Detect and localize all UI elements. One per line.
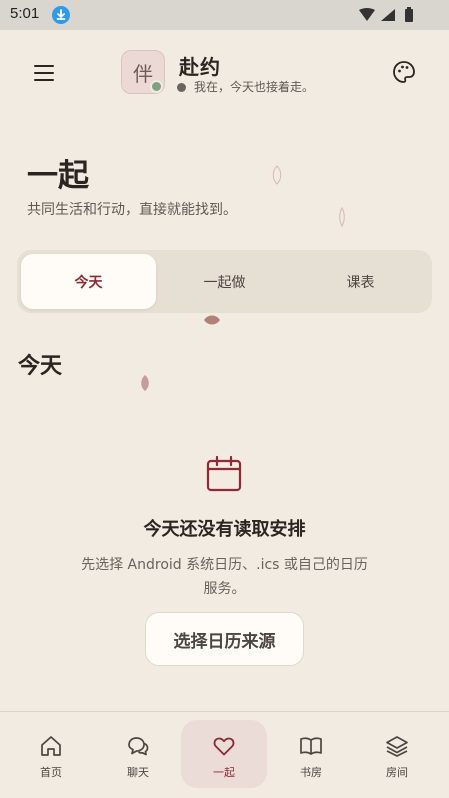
segmented-tabs: 今天 一起做 课表 (17, 250, 432, 313)
tab-today[interactable]: 今天 (21, 254, 156, 309)
system-status-bar: 5:01 (0, 0, 449, 30)
heart-icon (213, 737, 235, 756)
app-title: 赴约 (179, 55, 221, 79)
petal-decoration (204, 315, 220, 325)
nav-item-home[interactable]: 首页 (8, 720, 94, 788)
palette-icon (393, 61, 415, 83)
choose-calendar-source-button[interactable]: 选择日历来源 (145, 612, 304, 666)
petal-decoration (272, 165, 282, 185)
page-title: 一起 (27, 158, 89, 194)
bottom-navigation: 首页 聊天 一起 书房 房间 (0, 711, 449, 798)
section-title: 今天 (18, 354, 63, 379)
nav-item-room[interactable]: 房间 (354, 720, 440, 788)
status-text: 我在，今天也接着走。 (194, 80, 315, 94)
empty-state-title: 今天还没有读取安排 (143, 519, 306, 540)
home-icon (41, 736, 61, 756)
online-indicator (150, 80, 163, 93)
menu-button[interactable] (30, 62, 58, 84)
nav-label: 书房 (300, 766, 322, 779)
status-time: 5:01 (10, 5, 40, 22)
empty-state-description: 先选择 Android 系统日历、.ics 或自己的日历服务。 (81, 557, 368, 597)
nav-label: 首页 (40, 766, 62, 779)
page-subtitle: 共同生活和行动，直接就能找到。 (27, 202, 237, 218)
nav-item-chat[interactable]: 聊天 (95, 720, 181, 788)
app-header: 伴 赴约 我在，今天也接着走。 (0, 30, 449, 120)
tab-schedule[interactable]: 课表 (293, 254, 428, 309)
layers-icon (386, 736, 408, 757)
status-dot (177, 83, 186, 92)
calendar-icon (206, 455, 242, 492)
theme-button[interactable] (390, 58, 418, 86)
nav-label: 一起 (213, 766, 235, 779)
nav-label: 房间 (386, 766, 408, 779)
nav-label: 聊天 (127, 766, 149, 779)
hamburger-icon (34, 65, 54, 81)
nav-item-together[interactable]: 一起 (181, 720, 267, 788)
nav-item-study[interactable]: 书房 (268, 720, 354, 788)
petal-decoration (339, 207, 345, 227)
tab-together[interactable]: 一起做 (157, 254, 292, 309)
chat-icon (128, 737, 149, 756)
download-icon (52, 6, 70, 24)
petal-decoration (141, 375, 149, 391)
system-icons (359, 7, 413, 22)
book-icon (300, 737, 322, 755)
